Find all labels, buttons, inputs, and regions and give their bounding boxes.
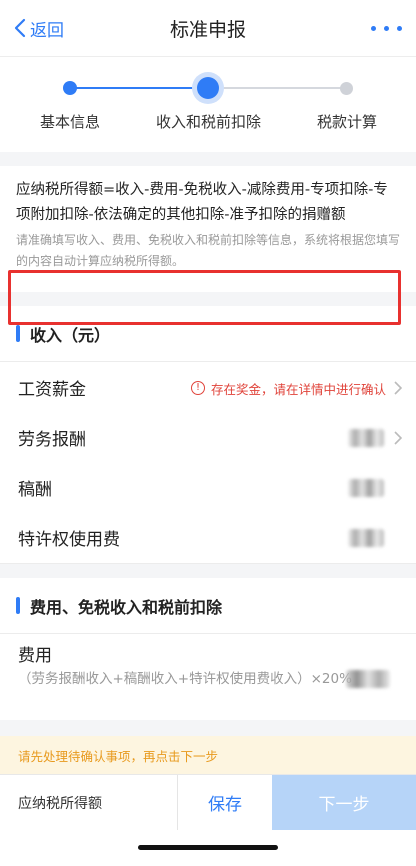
step-line-pending: [208, 87, 346, 89]
nav-header: 返回 标准申报: [0, 0, 416, 56]
taxable-income-label: 应纳税所得额: [0, 775, 178, 830]
income-row-salary[interactable]: 工资薪金 ! 存在奖金，请在详情中进行确认: [0, 362, 416, 414]
page-title: 标准申报: [169, 18, 246, 41]
income-row-labor[interactable]: 劳务报酬: [0, 412, 416, 464]
income-section-title: 收入（元）: [30, 325, 111, 345]
formula-panel: 应纳税所得额=收入-费用-免税收入-减除费用-专项扣除-专项附加扣除-依法确定的…: [0, 166, 416, 292]
save-button[interactable]: 保存: [178, 775, 272, 830]
chevron-right-icon: [394, 362, 402, 414]
redacted-value: [348, 429, 384, 447]
notice-banner: 请先处理待确认事项，再点击下一步: [0, 736, 416, 774]
redacted-value: [348, 529, 384, 547]
formula-hint: 请准确填写收入、费用、免税收入和税前扣除等信息，系统将根据您填写的内容自动计算应…: [16, 233, 401, 268]
row-label: 工资薪金: [18, 380, 86, 400]
expense-label: 费用: [18, 646, 52, 666]
section-bar: [16, 325, 20, 342]
step-dot-1: [63, 81, 77, 95]
deductions-section-header: 费用、免税收入和税前扣除: [0, 578, 416, 634]
formula-text: 应纳税所得额=收入-费用-免税收入-减除费用-专项扣除-专项附加扣除-依法确定的…: [16, 182, 388, 223]
step-indicator: 基本信息 收入和税前扣除 税款计算: [0, 56, 416, 152]
bottom-bar: 应纳税所得额 保存 下一步: [0, 774, 416, 830]
redacted-value: [346, 670, 390, 688]
income-row-royalty[interactable]: 稿酬: [0, 462, 416, 514]
row-label: 稿酬: [18, 480, 52, 500]
row-label: 劳务报酬: [18, 430, 86, 450]
income-section-header: 收入（元）: [0, 306, 416, 362]
step-label-2: 收入和税前扣除: [156, 113, 262, 131]
home-indicator: [0, 830, 416, 866]
more-icon[interactable]: [371, 0, 402, 56]
deductions-section-title: 费用、免税收入和税前扣除: [30, 597, 223, 617]
step-label-1: 基本信息: [40, 113, 101, 131]
step-label-3: 税款计算: [317, 113, 378, 131]
alert-icon: !: [190, 381, 205, 395]
next-button[interactable]: 下一步: [272, 775, 416, 830]
page: 返回 标准申报 基本信息 收入和税前扣除 税款计算 应纳税所得额=收入-费用-免…: [0, 0, 416, 866]
step-dot-3: [340, 82, 353, 95]
redacted-value: [348, 479, 384, 497]
step-dot-2: [197, 77, 219, 99]
warning-text: 存在奖金，请在详情中进行确认: [210, 381, 386, 397]
chevron-left-icon: [14, 18, 26, 38]
row-label: 特许权使用费: [18, 530, 120, 550]
income-row-franchise[interactable]: 特许权使用费: [0, 512, 416, 564]
back-button[interactable]: 返回: [14, 0, 64, 56]
step-line-done: [70, 87, 208, 89]
expense-row[interactable]: 费用 （劳务报酬收入+稿酬收入+特许权使用费收入）×20%: [0, 634, 416, 720]
section-bar: [16, 597, 20, 614]
chevron-right-icon: [394, 412, 402, 464]
warning-message: ! 存在奖金，请在详情中进行确认: [190, 362, 386, 414]
back-label: 返回: [30, 20, 64, 41]
expense-desc: （劳务报酬收入+稿酬收入+特许权使用费收入）×20%: [18, 671, 352, 687]
